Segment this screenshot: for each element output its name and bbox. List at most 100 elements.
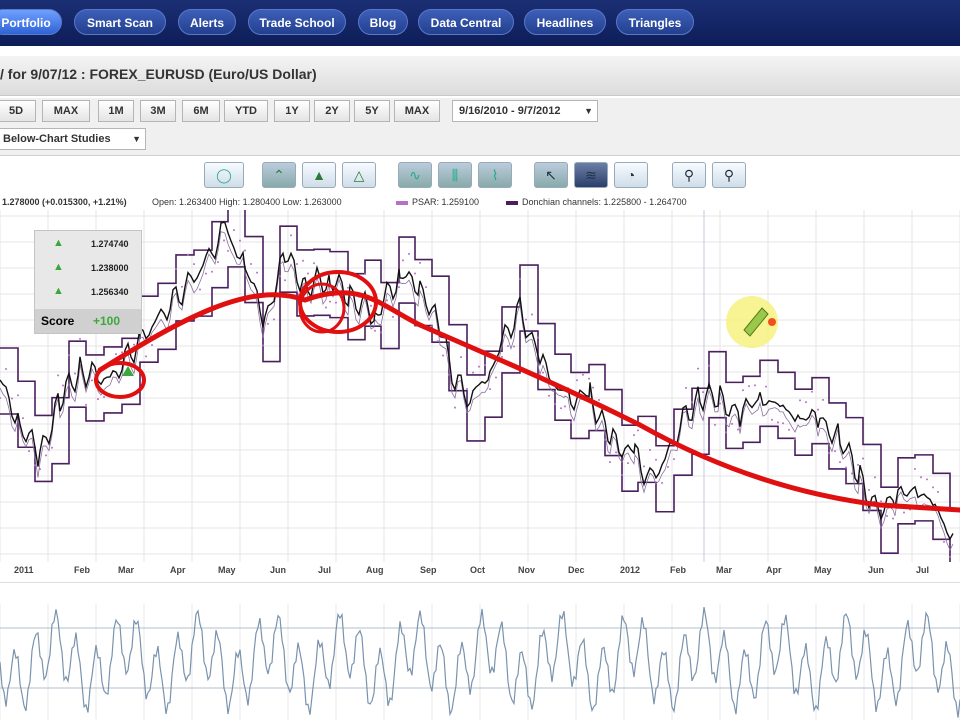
score-row-value: 1.238000 — [91, 263, 129, 273]
range-2y-button[interactable]: 2Y — [314, 100, 350, 122]
chart-title: / for 9/07/12 : FOREX_EURUSD (Euro/US Do… — [0, 66, 317, 82]
x-axis-tick-label: Apr — [170, 565, 186, 575]
psar-dot — [817, 408, 819, 411]
psar-dot — [845, 466, 847, 469]
psar-dot — [643, 465, 645, 468]
psar-dot — [501, 355, 503, 358]
date-range-select[interactable]: 9/16/2010 - 9/7/2012 ▼ — [452, 100, 598, 122]
psar-dot — [560, 407, 562, 410]
nav-data-central[interactable]: Data Central — [418, 9, 514, 35]
bar-chart-icon[interactable]: ⫼ — [438, 162, 472, 188]
range-3m-button[interactable]: 3M — [140, 100, 176, 122]
donchian-swatch — [506, 200, 518, 205]
psar-dot — [51, 446, 53, 449]
psar-dot — [609, 461, 611, 464]
x-axis-tick-label: Jul — [916, 565, 930, 575]
psar-dot — [398, 286, 400, 289]
pen-tip-dot — [768, 318, 776, 326]
price-info-line: 1.278000 (+0.015300, +1.21%) Open: 1.263… — [0, 194, 960, 210]
below-chart-studies-select[interactable]: Below-Chart Studies ▼ — [0, 128, 146, 150]
oscillator-panel[interactable] — [0, 604, 960, 720]
psar-dot — [495, 376, 497, 379]
chart-title-bar: / for 9/07/12 : FOREX_EURUSD (Euro/US Do… — [0, 56, 960, 96]
psar-dot — [5, 367, 7, 370]
psar-dot — [868, 488, 870, 491]
psar-dot — [564, 405, 566, 408]
psar-dot — [748, 385, 750, 388]
psar-dot — [386, 299, 388, 302]
psar-dot — [892, 517, 894, 520]
nav-portfolio[interactable]: Portfolio — [0, 9, 62, 35]
psar-dot — [484, 364, 486, 367]
psar-dot — [932, 486, 934, 489]
cursor-icon[interactable]: ↖ — [534, 162, 568, 188]
nav-trade-school[interactable]: Trade School — [248, 9, 346, 35]
last-price: 1.278000 (+0.015300, +1.21%) — [2, 197, 127, 207]
psar-dot — [857, 463, 859, 466]
psar-dot — [805, 401, 807, 404]
psar-dot — [874, 476, 876, 479]
psar-dot — [454, 406, 456, 409]
x-axis-tick-label: 2011 — [14, 565, 34, 575]
nav-smart-scan[interactable]: Smart Scan — [74, 9, 166, 35]
psar-dot — [811, 390, 813, 393]
range-1m-button[interactable]: 1M — [98, 100, 134, 122]
nav-blog[interactable]: Blog — [358, 9, 408, 35]
nav-headlines[interactable]: Headlines — [524, 9, 606, 35]
annotation-trend-curve — [97, 290, 960, 513]
score-row-value: 1.256340 — [91, 287, 129, 297]
range-max-button[interactable]: MAX — [42, 100, 90, 122]
donchian-legend: Donchian channels: 1.225800 - 1.264700 — [506, 194, 687, 210]
psar-dot — [598, 398, 600, 401]
psar-dot — [862, 457, 864, 460]
speech-bubble-icon[interactable]: ◯ — [204, 162, 244, 188]
zoom-out-icon[interactable]: ⚲ — [712, 162, 746, 188]
x-axis-tick-label: Jun — [270, 565, 287, 575]
psar-dot — [725, 431, 727, 434]
psar-dot — [85, 403, 87, 406]
psar-dot — [392, 315, 394, 318]
psar-dot — [68, 354, 70, 357]
psar-dot — [661, 481, 663, 484]
range-ytd-button[interactable]: YTD — [224, 100, 268, 122]
psar-dot — [205, 272, 207, 275]
psar-text: PSAR: 1.259100 — [412, 197, 480, 207]
psar-dot — [133, 343, 135, 346]
trend-up-icon[interactable]: ⌃ — [262, 162, 296, 188]
psar-dot — [181, 285, 183, 288]
range-max2-button[interactable]: MAX — [394, 100, 440, 122]
range-1y-button[interactable]: 1Y — [274, 100, 310, 122]
x-axis-tick-label: May — [218, 565, 236, 575]
nav-alerts[interactable]: Alerts — [178, 9, 236, 35]
draw-lines-icon[interactable]: ≋ — [574, 162, 608, 188]
psar-dot — [437, 340, 439, 343]
price-chart[interactable] — [0, 200, 960, 573]
psar-dot — [91, 379, 93, 382]
range-5d-button[interactable]: 5D — [0, 100, 36, 122]
range-5y-button[interactable]: 5Y — [354, 100, 390, 122]
x-axis-tick-label: Aug — [366, 565, 384, 575]
psar-dot — [548, 394, 550, 397]
psar-dot — [408, 252, 410, 255]
price-chart-canvas — [0, 200, 960, 573]
psar-dot — [513, 345, 515, 348]
psar-dot — [193, 263, 195, 266]
psar-dot — [262, 344, 264, 347]
score-row-value: 1.274740 — [91, 239, 129, 249]
zoom-in-icon[interactable]: ⚲ — [672, 162, 706, 188]
line-chart-icon[interactable]: ∿ — [398, 162, 432, 188]
psar-dot — [250, 263, 252, 266]
triangle-alt-icon[interactable]: △ — [342, 162, 376, 188]
x-axis: 2011 Feb Mar Apr May Jun Jul Aug Sep Oct Nov Dec 201… — [0, 562, 960, 580]
nav-triangles[interactable]: Triangles — [616, 9, 694, 35]
candles-icon[interactable]: ⌇ — [478, 162, 512, 188]
triangle-up-icon[interactable]: ▲ — [302, 162, 336, 188]
psar-dot — [145, 355, 147, 358]
green-triangle-icon: ▲ — [53, 237, 64, 249]
psar-dot — [62, 384, 64, 387]
psar-dot — [519, 278, 521, 281]
magnify-chart-icon[interactable]: ◔ — [614, 162, 648, 188]
psar-dot — [244, 249, 246, 252]
range-6m-button[interactable]: 6M — [182, 100, 220, 122]
psar-dot — [914, 467, 916, 470]
